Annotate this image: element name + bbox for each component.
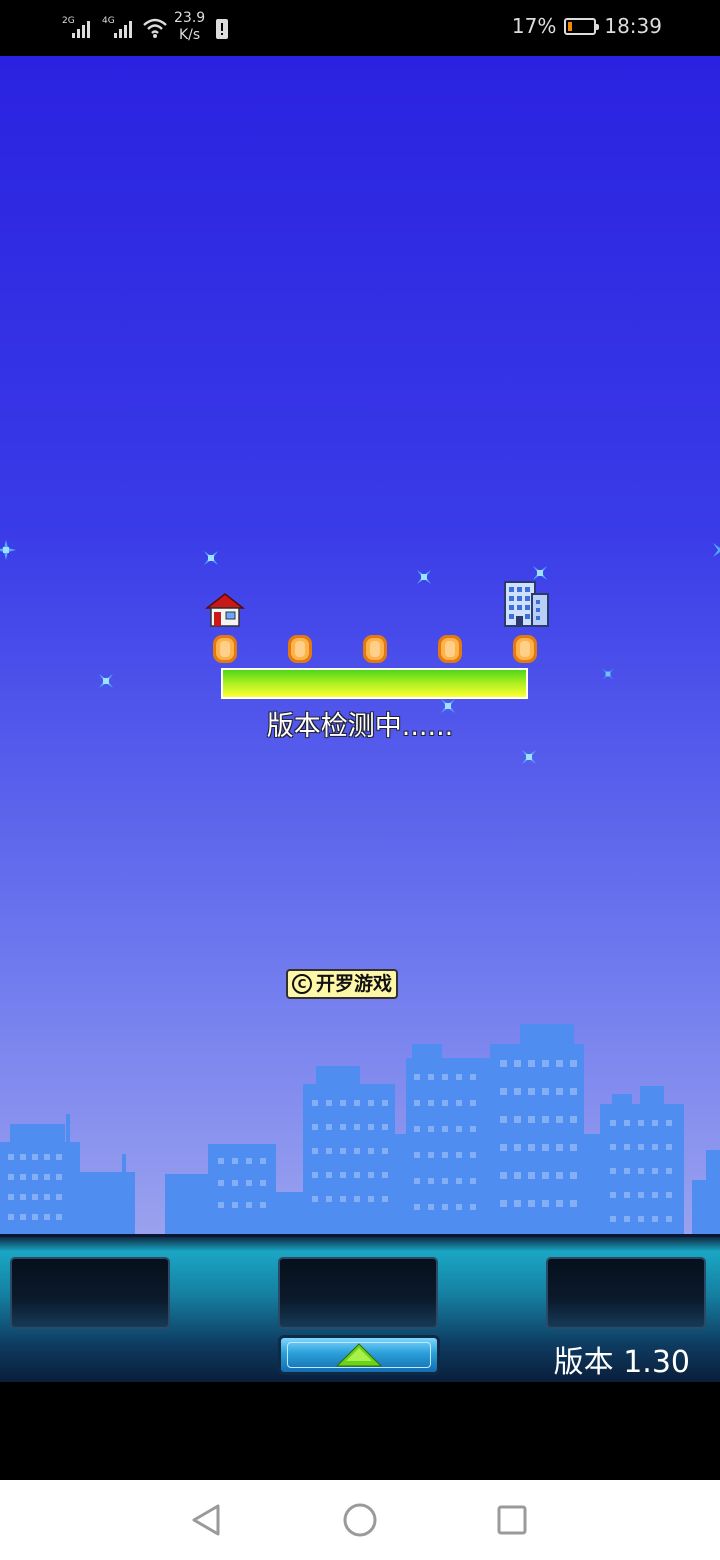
black-band (0, 1382, 720, 1480)
signal2-icon (114, 20, 132, 38)
speed-value: 23.9 (174, 10, 206, 26)
left-panel-slot[interactable] (10, 1257, 170, 1329)
up-arrow-icon (336, 1343, 382, 1367)
up-arrow-button[interactable] (278, 1335, 440, 1375)
loading-progress-bar (221, 668, 528, 699)
loading-progress-fill (223, 670, 526, 697)
speed-unit: K/s (178, 27, 201, 43)
copyright-symbol: C (292, 974, 312, 994)
center-panel-slot[interactable] (278, 1257, 438, 1329)
game-control-panel: 版本 1.30 (0, 1234, 720, 1382)
signal2-label: 4G (102, 16, 115, 26)
network-speed: 23.9 K/s (174, 10, 205, 44)
publisher-name: 开罗游戏 (316, 972, 393, 995)
back-triangle-icon[interactable] (186, 1500, 226, 1540)
wifi-icon (143, 18, 167, 38)
sparkle-icon (204, 551, 218, 565)
battery-percent: 17% (511, 14, 557, 38)
system-navigation-bar (0, 1480, 720, 1560)
home-circle-icon[interactable] (340, 1500, 380, 1540)
sparkle-icon (522, 750, 536, 764)
recents-square-icon[interactable] (492, 1500, 532, 1540)
coin-icon (213, 635, 237, 663)
sparkle-icon (417, 570, 431, 584)
house-icon (205, 593, 245, 627)
publisher-copyright-logo: C 开罗游戏 (286, 969, 399, 999)
sparkle-icon (713, 543, 720, 557)
coin-icon (363, 635, 387, 663)
battery-fill (568, 21, 573, 31)
coin-icon (438, 635, 462, 663)
sparkle-icon (602, 668, 614, 680)
coin-icon (288, 635, 312, 663)
battery-icon (564, 17, 600, 35)
version-label: 版本 1.30 (553, 1345, 690, 1380)
coin-icon (513, 635, 537, 663)
status-bar: 2G 4G 23.9 K/s 17% 18:39 (0, 0, 720, 56)
game-canvas[interactable]: 版本检测中...... C 开罗游戏 (0, 56, 720, 1234)
right-panel-slot[interactable] (546, 1257, 706, 1329)
sparkle-icon (0, 540, 16, 560)
clock: 18:39 (604, 14, 662, 38)
signal1-icon (72, 20, 90, 38)
sparkle-icon (99, 674, 113, 688)
loading-status-text: 版本检测中...... (266, 711, 454, 742)
building-icon (504, 581, 549, 627)
notification-alert-icon (216, 19, 228, 39)
city-skyline (0, 1024, 720, 1234)
